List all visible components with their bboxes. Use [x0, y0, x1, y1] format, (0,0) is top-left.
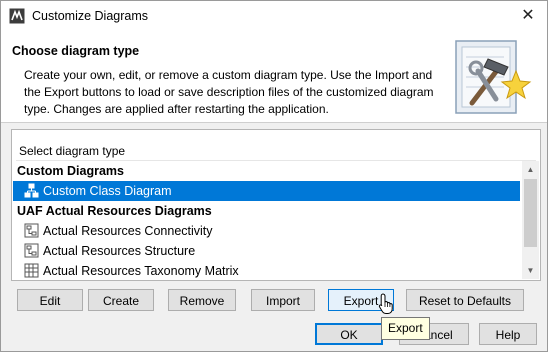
header-description: Create your own, edit, or remove a custo… [24, 68, 434, 116]
group-uaf-actual-resources-diagrams[interactable]: UAF Actual Resources Diagrams [13, 201, 520, 221]
vertical-scrollbar[interactable]: ▲ ▼ [522, 161, 539, 279]
list-item-actual-resources-taxonomy-matrix[interactable]: Actual Resources Taxonomy Matrix [13, 261, 520, 279]
list-item-label: Actual Resources Taxonomy Matrix [43, 264, 239, 278]
header-title: Choose diagram type [12, 44, 140, 58]
import-button[interactable]: Import [251, 289, 315, 311]
list-item-label: Actual Resources Structure [43, 244, 196, 258]
mouse-pointer-icon [378, 293, 393, 314]
class-diagram-icon [24, 183, 39, 198]
matrix-icon [24, 263, 39, 278]
diagram-icon [24, 243, 39, 258]
create-button[interactable]: Create [88, 289, 154, 311]
list-item-custom-class-diagram[interactable]: Custom Class Diagram [13, 181, 520, 201]
close-button[interactable]: ✕ [516, 5, 540, 27]
customize-tools-icon [455, 40, 532, 114]
group-label: UAF Actual Resources Diagrams [17, 204, 212, 218]
scroll-down-arrow-icon[interactable]: ▼ [522, 262, 539, 279]
list-item-label: Actual Resources Connectivity [43, 224, 213, 238]
group-label: Custom Diagrams [17, 164, 124, 178]
group-custom-diagrams[interactable]: Custom Diagrams [13, 161, 520, 181]
scroll-thumb[interactable] [524, 179, 537, 247]
edit-button[interactable]: Edit [17, 289, 83, 311]
diagram-type-list[interactable]: Select diagram type Custom Diagrams Cust… [11, 129, 541, 281]
ok-button[interactable]: OK [315, 323, 383, 345]
remove-button[interactable]: Remove [168, 289, 236, 311]
title-bar: Customize Diagrams ✕ [1, 1, 547, 32]
export-tooltip: Export [381, 317, 430, 340]
app-icon [9, 8, 25, 24]
list-item-label: Custom Class Diagram [43, 184, 172, 198]
help-button[interactable]: Help [479, 323, 537, 345]
list-header-label: Select diagram type [19, 144, 126, 158]
customize-diagrams-dialog: Customize Diagrams ✕ Choose diagram type… [0, 0, 548, 352]
header-panel: Choose diagram type Create your own, edi… [1, 32, 547, 123]
list-item-actual-resources-structure[interactable]: Actual Resources Structure [13, 241, 520, 261]
reset-to-defaults-button[interactable]: Reset to Defaults [406, 289, 524, 311]
window-title: Customize Diagrams [32, 9, 149, 23]
scroll-up-arrow-icon[interactable]: ▲ [522, 161, 539, 178]
diagram-icon [24, 223, 39, 238]
list-header: Select diagram type [16, 140, 536, 161]
list-item-actual-resources-connectivity[interactable]: Actual Resources Connectivity [13, 221, 520, 241]
